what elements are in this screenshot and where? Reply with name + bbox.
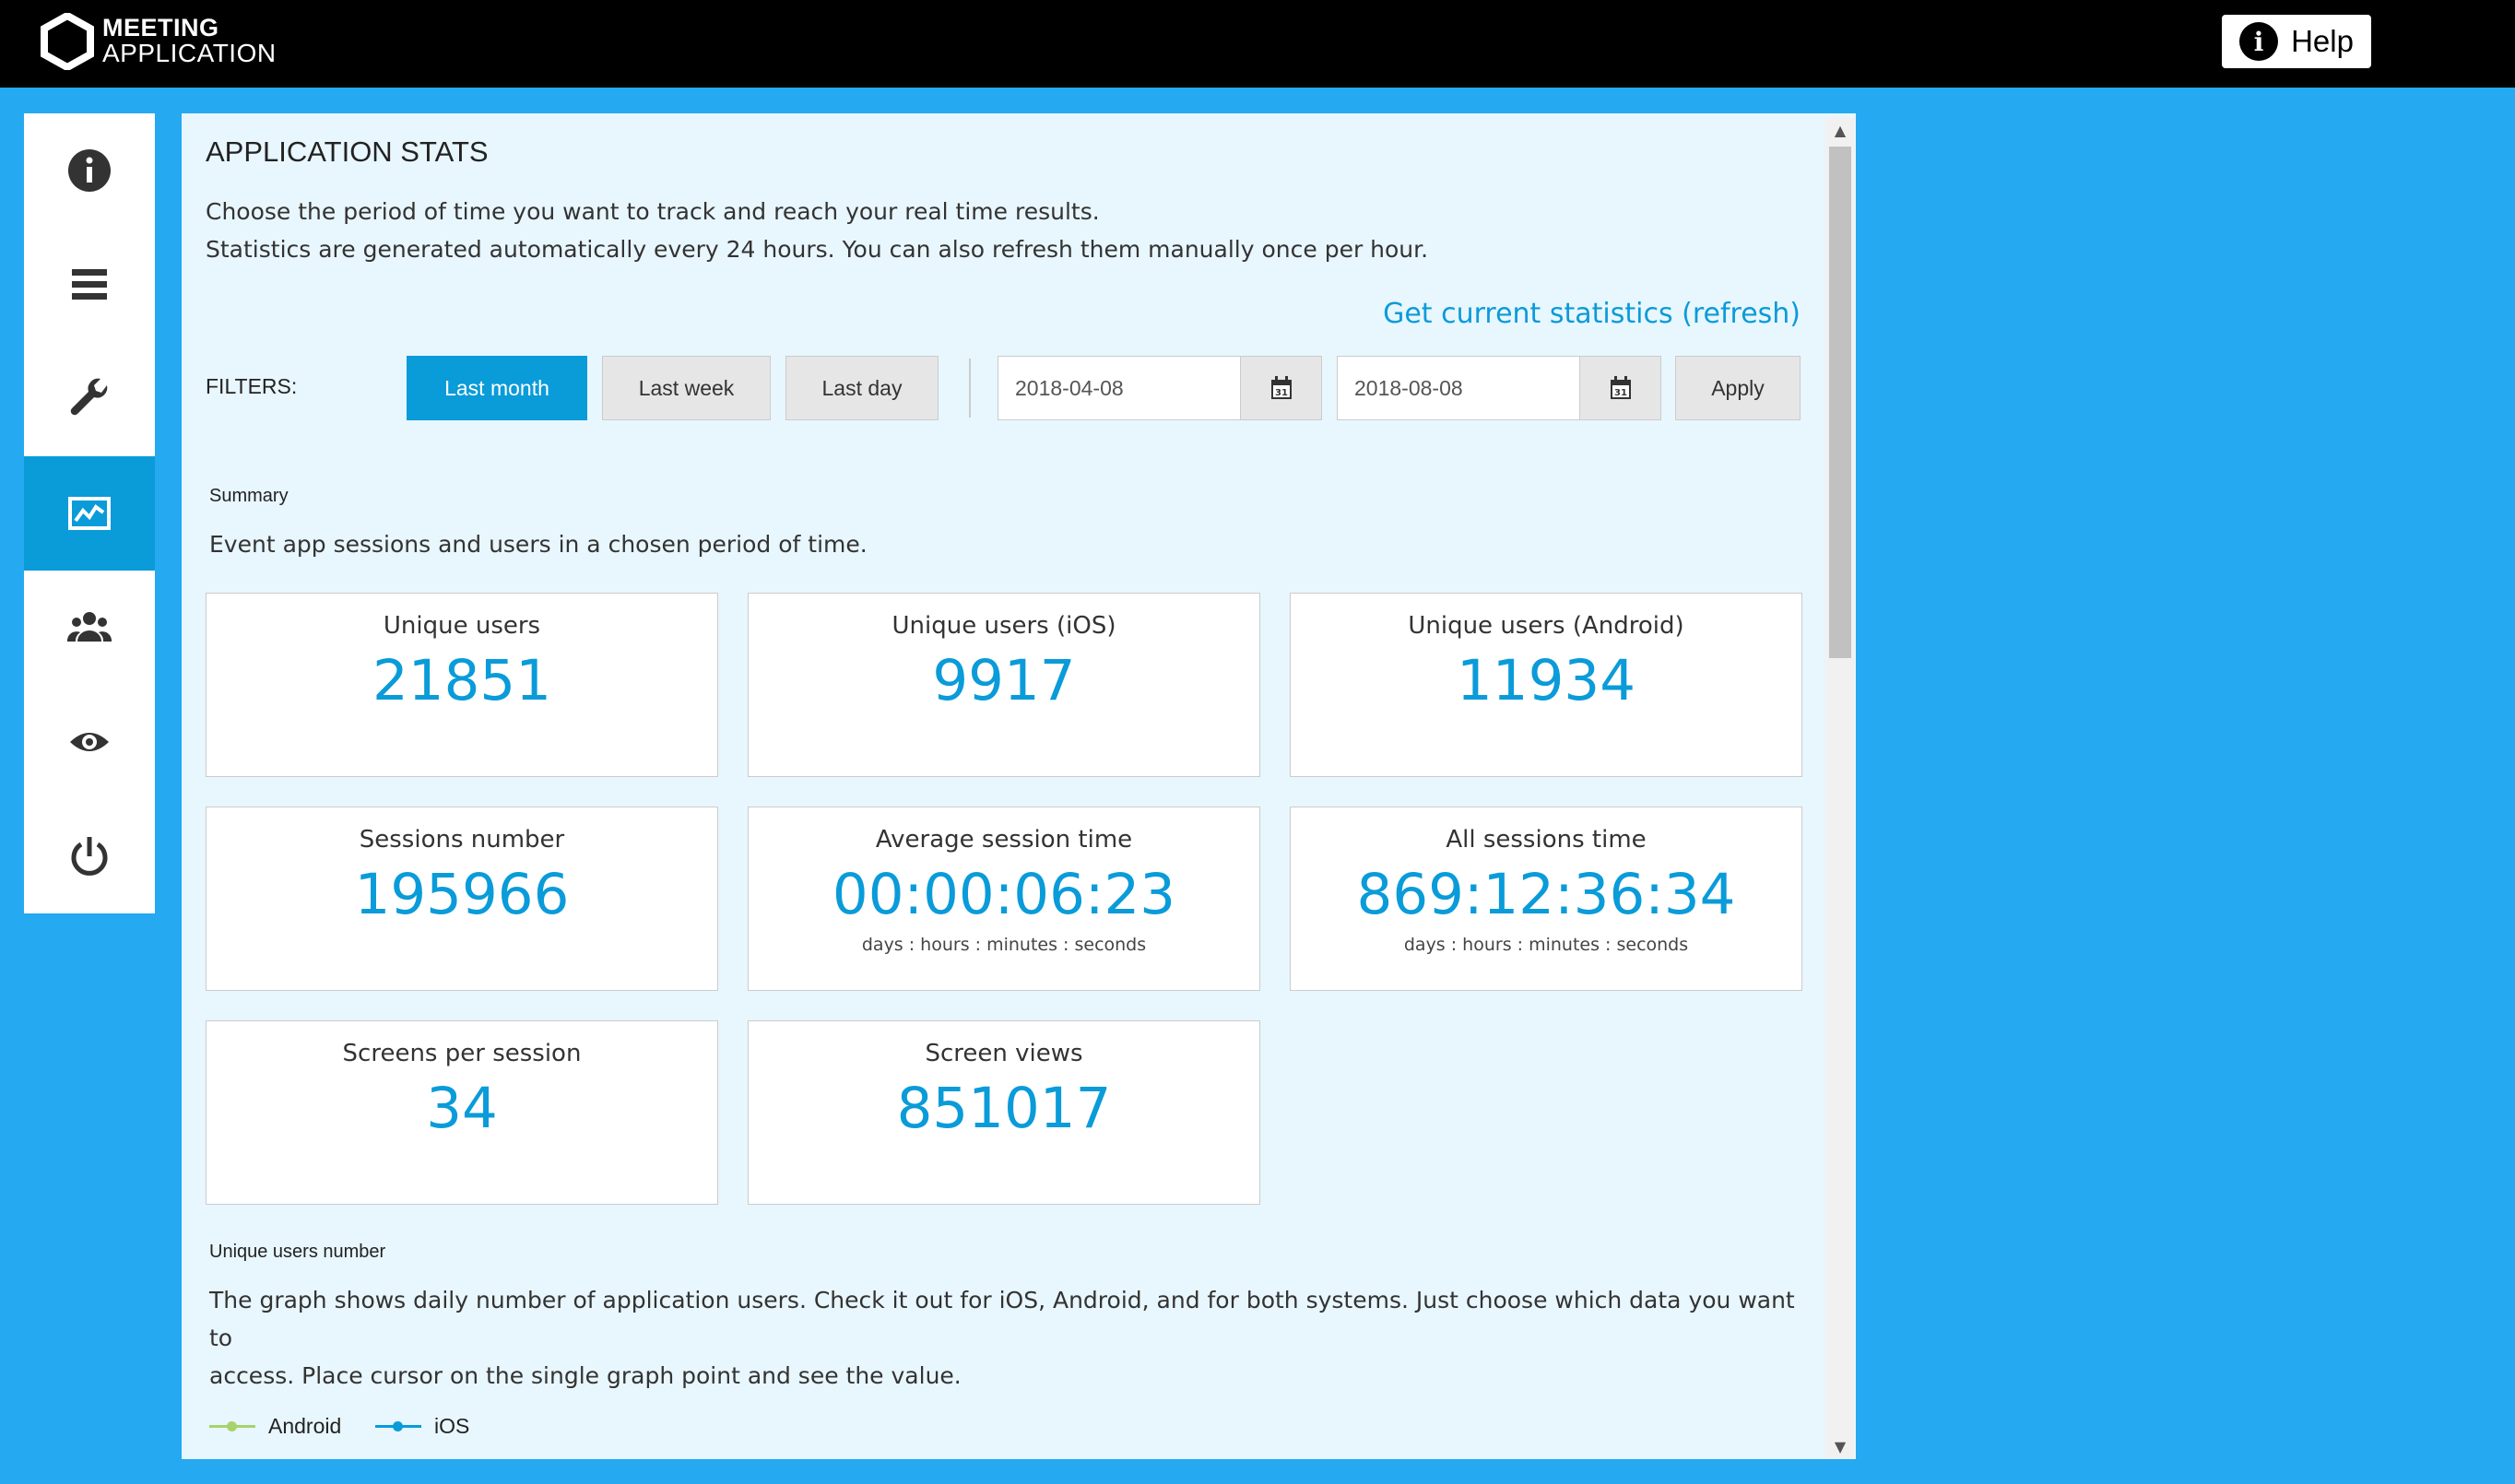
users-icon — [66, 612, 112, 642]
sidebar-item-menu[interactable] — [24, 228, 155, 342]
sidebar — [24, 113, 155, 913]
stat-card-value: 851017 — [896, 1076, 1112, 1141]
svg-text:31: 31 — [1614, 388, 1627, 398]
legend-android-line-icon — [209, 1421, 255, 1431]
info-icon — [68, 149, 111, 192]
scroll-thumb[interactable] — [1829, 147, 1851, 658]
legend-item-android[interactable]: Android — [209, 1414, 341, 1439]
sidebar-item-logout[interactable] — [24, 799, 155, 913]
stat-card-value: 9917 — [932, 648, 1076, 713]
stats-chart-icon — [68, 497, 111, 530]
page-title: APPLICATION STATS — [206, 135, 489, 168]
sidebar-item-settings[interactable] — [24, 342, 155, 456]
info-icon: i — [2239, 22, 2279, 61]
date-from-group: 31 — [998, 356, 1322, 420]
stat-card-screens-per-session: Screens per session 34 — [206, 1020, 718, 1205]
app-logo-text: MEETING APPLICATION — [102, 15, 277, 66]
stat-card-label: Sessions number — [359, 826, 565, 854]
stat-card-value: 21851 — [372, 648, 552, 713]
svg-text:31: 31 — [1275, 388, 1288, 398]
scroll-up-arrow-icon[interactable]: ▲ — [1825, 117, 1855, 143]
summary-description: Event app sessions and users in a chosen… — [209, 531, 868, 558]
help-label: Help — [2291, 24, 2354, 58]
hexagon-logo-icon — [41, 13, 94, 70]
stat-card-label: Screens per session — [342, 1040, 582, 1067]
stat-card-unit-hint: days : hours : minutes : seconds — [1403, 935, 1689, 955]
intro-line-1: Choose the period of time you want to tr… — [206, 198, 1100, 225]
filter-last-week-button[interactable]: Last week — [602, 356, 771, 420]
stat-card-label: Unique users — [383, 612, 541, 640]
date-from-calendar-button[interactable]: 31 — [1241, 356, 1322, 420]
sidebar-item-info[interactable] — [24, 113, 155, 228]
stat-card-label: Unique users (iOS) — [891, 612, 1116, 640]
legend-ios-line-icon — [375, 1421, 421, 1431]
stats-panel: APPLICATION STATS Choose the period of t… — [182, 113, 1856, 1459]
stat-card-value: 195966 — [354, 862, 570, 927]
panel-scrollbar[interactable]: ▲ ▼ — [1825, 117, 1855, 1459]
sidebar-item-preview[interactable] — [24, 685, 155, 799]
description-line-2: access. Place cursor on the single graph… — [209, 1362, 962, 1389]
help-button[interactable]: i Help — [2222, 15, 2371, 68]
date-to-calendar-button[interactable]: 31 — [1580, 356, 1661, 420]
stat-card-value: 00:00:06:23 — [832, 862, 1176, 927]
stat-card-unique-users: Unique users 21851 — [206, 593, 718, 777]
eye-icon — [70, 733, 109, 751]
stat-card-label: All sessions time — [1446, 826, 1647, 854]
legend-label: Android — [268, 1414, 342, 1438]
filters-label: FILTERS: — [206, 374, 298, 398]
logo-line1: MEETING — [102, 14, 219, 41]
refresh-statistics-link[interactable]: Get current statistics (refresh) — [1383, 298, 1801, 330]
stat-card-sessions-number: Sessions number 195966 — [206, 807, 718, 991]
top-bar: MEETING APPLICATION i Help — [0, 0, 2515, 88]
apply-filter-button[interactable]: Apply — [1675, 356, 1801, 420]
filter-last-day-button[interactable]: Last day — [785, 356, 939, 420]
logo-line2: APPLICATION — [102, 39, 277, 67]
intro-line-2: Statistics are generated automatically e… — [206, 236, 1429, 263]
intro-text: Choose the period of time you want to tr… — [206, 193, 1428, 268]
unique-users-description: The graph shows daily number of applicat… — [209, 1281, 1795, 1395]
date-to-group: 31 — [1337, 356, 1661, 420]
description-line-1: The graph shows daily number of applicat… — [209, 1287, 1795, 1351]
date-to-input[interactable] — [1337, 356, 1580, 420]
power-icon — [71, 837, 108, 876]
stat-card-value: 34 — [426, 1076, 498, 1141]
wrench-icon — [70, 378, 108, 416]
sidebar-item-users[interactable] — [24, 571, 155, 685]
stat-card-average-session-time: Average session time 00:00:06:23 days : … — [748, 807, 1260, 991]
stat-card-all-sessions-time: All sessions time 869:12:36:34 days : ho… — [1290, 807, 1802, 991]
legend-label: iOS — [434, 1414, 470, 1438]
stat-card-unit-hint: days : hours : minutes : seconds — [861, 935, 1147, 955]
menu-icon — [72, 269, 107, 300]
stat-card-label: Average session time — [875, 826, 1133, 854]
filter-last-month-button[interactable]: Last month — [407, 356, 587, 420]
stat-card-unique-users-ios: Unique users (iOS) 9917 — [748, 593, 1260, 777]
scroll-down-arrow-icon[interactable]: ▼ — [1825, 1433, 1855, 1459]
stat-card-screen-views: Screen views 851017 — [748, 1020, 1260, 1205]
date-from-input[interactable] — [998, 356, 1241, 420]
stat-card-unique-users-android: Unique users (Android) 11934 — [1290, 593, 1802, 777]
legend-item-ios[interactable]: iOS — [375, 1414, 469, 1439]
stat-card-label: Screen views — [925, 1040, 1083, 1067]
sidebar-item-stats[interactable] — [24, 456, 155, 571]
calendar-icon: 31 — [1270, 376, 1292, 399]
summary-label: Summary — [209, 486, 289, 506]
unique-users-number-label: Unique users number — [209, 1242, 386, 1262]
stat-card-value: 11934 — [1456, 648, 1636, 713]
stat-card-value: 869:12:36:34 — [1356, 862, 1736, 927]
calendar-icon: 31 — [1610, 376, 1631, 399]
filter-divider — [969, 359, 971, 418]
stat-card-label: Unique users (Android) — [1408, 612, 1684, 640]
